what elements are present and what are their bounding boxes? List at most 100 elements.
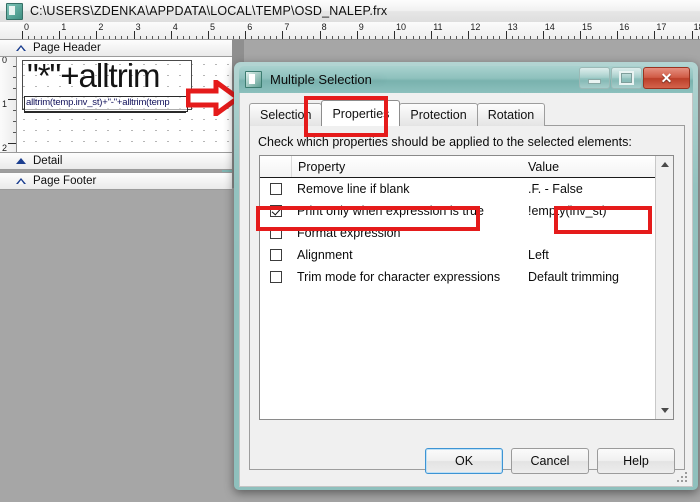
tab-properties-label: Properties (332, 106, 390, 121)
tab-selection-label: Selection (260, 108, 312, 122)
ruler-minor-tick (524, 36, 526, 39)
table-row[interactable]: Format expression (260, 222, 655, 244)
ruler-minor-tick (549, 36, 550, 39)
row-checkbox-cell[interactable] (260, 249, 291, 261)
ruler-minor-tick (573, 36, 575, 39)
property-checkbox[interactable] (269, 249, 282, 261)
properties-grid[interactable]: Property Value Remove line if blank .F. … (259, 155, 674, 420)
table-row[interactable]: Alignment Left (260, 244, 655, 266)
ruler-minor-tick (673, 36, 674, 39)
ruler-minor-tick (13, 77, 16, 78)
tab-properties[interactable]: Properties (321, 100, 401, 126)
ruler-minor-tick (332, 36, 333, 39)
band-page-header[interactable]: Page Header (0, 39, 232, 57)
dialog-title-bar[interactable]: Multiple Selection .... ✕ (239, 66, 693, 93)
maximize-icon (619, 71, 634, 85)
row-value-label: .F. - False (528, 182, 583, 196)
ok-button[interactable]: OK (425, 448, 503, 474)
ruler-minor-tick (462, 36, 464, 39)
blurred-background-text: .... (369, 69, 383, 83)
multiple-selection-dialog[interactable]: Multiple Selection .... ✕ Selection Prop… (234, 62, 698, 490)
ruler-minor-tick (567, 36, 569, 39)
ruler-minor-tick (685, 36, 687, 39)
scroll-down-arrow-icon[interactable] (656, 402, 673, 419)
help-button-label: Help (623, 454, 649, 468)
ruler-minor-tick (381, 36, 383, 39)
ruler-minor-tick (338, 36, 340, 39)
minimize-button[interactable] (579, 67, 610, 89)
cancel-button-label: Cancel (530, 454, 570, 468)
tab-selection[interactable]: Selection (249, 103, 323, 126)
ruler-major-tick (394, 31, 395, 39)
property-checkbox[interactable] (269, 205, 282, 217)
ruler-minor-tick (536, 36, 538, 39)
ruler-minor-tick (518, 36, 519, 39)
ruler-minor-tick (679, 36, 681, 39)
resize-grip[interactable] (677, 472, 688, 483)
maximize-button[interactable] (611, 67, 642, 89)
ruler-minor-tick (697, 36, 699, 39)
ruler-major-tick (431, 31, 433, 39)
row-property-label: Print only when expression is true (297, 204, 484, 218)
ruler-minor-tick (511, 36, 513, 39)
instruction-text: Check which properties should be applied… (258, 135, 632, 149)
row-value-label: Left (528, 248, 549, 262)
ruler-label: 12 (470, 22, 481, 32)
property-checkbox[interactable] (269, 271, 282, 283)
band-page-footer-label: Page Footer (33, 175, 97, 187)
dialog-window-icon (245, 71, 262, 88)
table-row[interactable]: Trim mode for character expressions Defa… (260, 266, 655, 288)
properties-grid-main: Property Value Remove line if blank .F. … (260, 156, 655, 419)
ruler-major-tick (617, 31, 619, 39)
triangle-hollow-up-icon (16, 45, 26, 51)
tab-rotation[interactable]: Rotation (476, 103, 546, 126)
ruler-major-tick (8, 143, 16, 144)
row-property-label: Format expression (297, 226, 401, 240)
ruler-minor-tick (294, 36, 296, 39)
help-button[interactable]: Help (597, 448, 675, 474)
band-detail[interactable]: Detail (0, 152, 232, 170)
ruler-minor-tick (555, 36, 557, 39)
ruler-minor-tick (443, 36, 445, 39)
band-page-footer[interactable]: Page Footer (0, 172, 232, 190)
ruler-minor-tick (660, 36, 662, 39)
ruler-label: 16 (619, 22, 630, 32)
row-checkbox-cell[interactable] (260, 183, 291, 195)
ruler-label: 18 (693, 22, 700, 32)
triangle-solid-up-icon (16, 158, 26, 164)
tab-protection[interactable]: Protection (399, 103, 478, 126)
close-button[interactable]: ✕ (643, 67, 690, 89)
ruler-major-tick (356, 31, 358, 39)
grid-scrollbar[interactable] (655, 156, 673, 419)
property-checkbox[interactable] (269, 183, 282, 195)
row-checkbox-cell[interactable] (260, 271, 291, 283)
ok-button-label: OK (454, 454, 474, 468)
designer-empty-area (0, 189, 232, 502)
ruler-minor-tick (592, 36, 594, 39)
cancel-button[interactable]: Cancel (511, 448, 589, 474)
ruler-label: 2 (98, 22, 104, 32)
ruler-major-tick (654, 31, 656, 39)
ruler-minor-tick (666, 36, 668, 39)
ruler-minor-tick (586, 36, 588, 39)
ruler-minor-tick (257, 36, 259, 39)
report-designer-icon (6, 2, 23, 20)
table-row[interactable]: Print only when expression is true !empt… (260, 200, 655, 222)
ruler-minor-tick (13, 132, 16, 133)
property-checkbox[interactable] (269, 227, 282, 239)
ruler-major-tick (282, 31, 284, 39)
vertical-ruler: 012 (0, 39, 17, 169)
tab-strip: Selection Properties Protection Rotation (249, 100, 685, 126)
ruler-minor-tick (425, 36, 426, 39)
dialog-button-row: OK Cancel Help (425, 448, 675, 474)
ruler-minor-tick (598, 36, 600, 39)
ruler-minor-tick (449, 36, 451, 39)
ruler-label: 3 (135, 22, 141, 32)
row-value-label: Default trimming (528, 270, 619, 284)
ruler-minor-tick (13, 66, 16, 67)
row-checkbox-cell[interactable] (260, 205, 291, 217)
ruler-minor-tick (642, 36, 643, 39)
scroll-up-arrow-icon[interactable] (656, 156, 673, 173)
table-row[interactable]: Remove line if blank .F. - False (260, 178, 655, 200)
row-checkbox-cell[interactable] (260, 227, 291, 239)
